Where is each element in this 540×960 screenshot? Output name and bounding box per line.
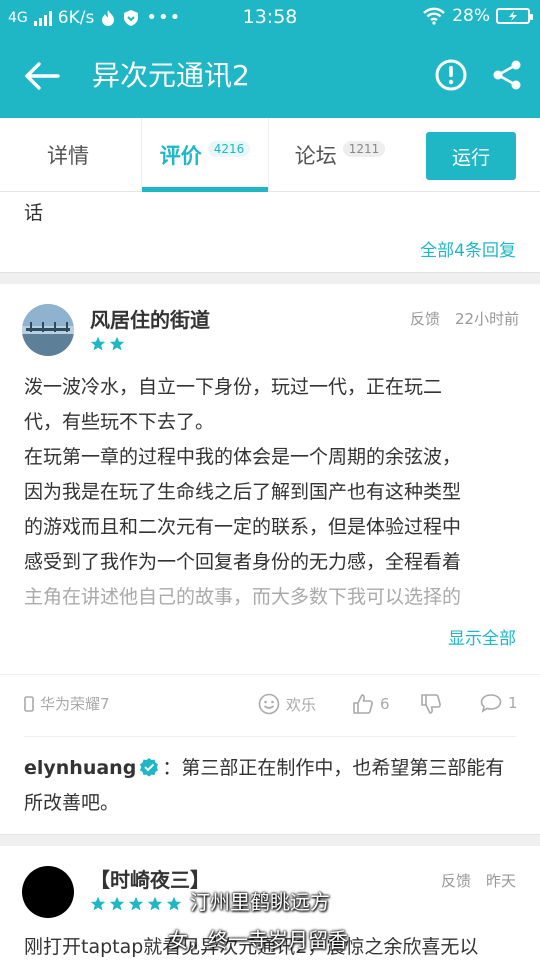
star-rating — [90, 336, 125, 352]
mood-label: 欢乐 — [286, 695, 317, 714]
subtitle-line: 汀州里鹤眺远方 — [190, 890, 330, 914]
comment-icon — [480, 694, 502, 713]
developer-reply: elynhuang ：第三部正在制作中，也希望第三部能有 所改善吧。 — [24, 736, 516, 821]
app-bar: 异次元通讯2 — [0, 34, 540, 118]
divider — [0, 834, 540, 846]
review-line: 因为我是在玩了生命线之后了解到国产也有这种类型 — [24, 481, 462, 503]
star-icon — [166, 896, 182, 911]
feedback-link[interactable]: 反馈 — [410, 308, 440, 329]
star-icon — [90, 896, 106, 911]
like-button[interactable]: 6 — [352, 693, 390, 715]
subtitle-line: 女，终一寺岁月留香 — [168, 928, 348, 952]
comment-button[interactable]: 1 — [480, 693, 518, 713]
review-line: 主角在讲述他自己的故事，而大多数下我可以选择的 — [24, 586, 462, 608]
mood-button[interactable]: 欢乐 — [258, 693, 316, 715]
phone-icon — [24, 695, 34, 712]
review-time: 昨天 — [486, 872, 517, 890]
page-title: 异次元通讯2 — [92, 59, 250, 92]
star-rating — [90, 896, 182, 912]
dislike-button[interactable] — [420, 693, 442, 715]
tab-details-label: 详情 — [47, 144, 89, 168]
share-icon[interactable] — [490, 58, 524, 92]
star-icon — [109, 336, 125, 351]
review-card: 风居住的街道 反馈 22小时前 泼一波冷水，自立一下身份，玩过一代，正在玩二 代… — [0, 284, 540, 834]
tab-forum[interactable]: 论坛 1211 — [270, 118, 410, 192]
previous-review-text: 话 — [24, 202, 44, 224]
feedback-link[interactable]: 反馈 — [441, 870, 471, 891]
star-icon — [147, 896, 163, 911]
device-name: 华为荣耀7 — [40, 695, 110, 713]
tab-bar: 详情 评价 4216 论坛 1211 运行 — [0, 118, 540, 192]
reply-text: ：第三部正在制作中，也希望第三部能有 — [162, 757, 505, 779]
review-actions: 华为荣耀7 欢乐 6 1 — [0, 674, 540, 734]
avatar[interactable] — [22, 866, 74, 918]
tab-forum-count: 1211 — [342, 141, 386, 157]
battery-icon — [496, 8, 533, 24]
tab-reviews-count: 4216 — [207, 141, 251, 157]
avatar[interactable] — [22, 304, 74, 356]
back-arrow-icon[interactable] — [22, 58, 62, 94]
tab-forum-label: 论坛 — [294, 144, 337, 168]
like-count: 6 — [380, 695, 390, 713]
review-username[interactable]: 风居住的街道 — [90, 304, 210, 333]
review-time: 22小时前 — [455, 310, 520, 328]
previous-review-tail: 话 全部4条回复 — [0, 192, 540, 272]
reply-username[interactable]: elynhuang — [24, 757, 136, 779]
divider — [0, 272, 540, 284]
review-line: 代，有些玩不下去了。 — [24, 411, 215, 433]
status-right: 28% — [422, 6, 533, 26]
tab-reviews[interactable]: 评价 4216 — [141, 118, 269, 192]
reply-text-continued: 所改善吧。 — [24, 792, 120, 814]
battery-percent: 28% — [452, 6, 490, 26]
run-button[interactable]: 运行 — [426, 132, 516, 180]
thumbs-down-icon — [421, 694, 441, 714]
star-icon — [109, 896, 125, 911]
review-line: 在玩第一章的过程中我的体会是一个周期的余弦波， — [24, 446, 462, 468]
tab-details[interactable]: 详情 — [0, 118, 136, 192]
verified-icon — [140, 758, 159, 777]
wifi-icon — [423, 7, 446, 25]
thumbs-up-icon — [353, 694, 373, 714]
show-all-link[interactable]: 显示全部 — [448, 624, 516, 649]
review-line: 泼一波冷水，自立一下身份，玩过一代，正在玩二 — [24, 376, 443, 398]
review-body: 泼一波冷水，自立一下身份，玩过一代，正在玩二 代，有些玩不下去了。 在玩第一章的… — [24, 370, 516, 615]
status-bar: 4G 6K/s ••• 13:58 28% — [0, 0, 540, 34]
report-icon[interactable] — [434, 58, 468, 92]
device-info: 华为荣耀7 — [24, 693, 110, 714]
star-icon — [128, 896, 144, 911]
comment-count: 1 — [508, 694, 518, 712]
star-icon — [90, 336, 106, 351]
tab-reviews-label: 评价 — [159, 144, 202, 168]
review-line: 感受到了我作为一个回复者身份的无力感，全程看着 — [24, 551, 462, 573]
smiley-icon — [258, 693, 280, 715]
review-line: 的游戏而且和二次元有一定的联系，但是体验过程中 — [24, 516, 462, 538]
all-replies-link[interactable]: 全部4条回复 — [420, 236, 516, 261]
